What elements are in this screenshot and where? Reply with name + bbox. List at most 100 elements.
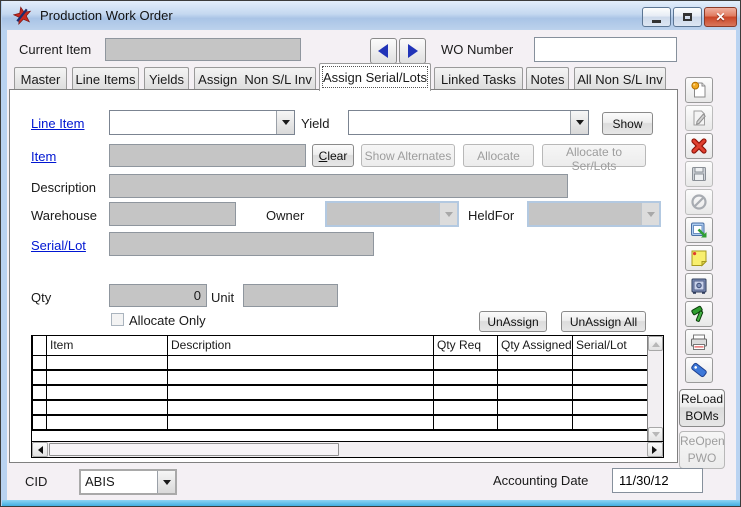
grid-row-selector[interactable] [33, 400, 47, 415]
new-document-icon [689, 80, 709, 100]
edit-record-button [685, 105, 713, 131]
next-record-button[interactable] [399, 38, 426, 64]
grid-cell[interactable] [168, 415, 434, 430]
grid-cell[interactable] [47, 415, 168, 430]
grid-cell[interactable] [168, 385, 434, 400]
serial-lot-link[interactable]: Serial/Lot [31, 238, 86, 253]
grid-row-selector-header[interactable] [33, 336, 47, 355]
grid-cell[interactable] [573, 415, 649, 430]
tab-assign-non-sl-inv[interactable]: Assign Non S/L Inv [194, 67, 316, 90]
previous-record-button[interactable] [370, 38, 397, 64]
scroll-down-button[interactable] [648, 427, 663, 442]
line-item-combo[interactable] [109, 110, 295, 135]
print-button[interactable] [685, 329, 713, 355]
grid-cell[interactable] [168, 355, 434, 370]
arrow-right-icon [408, 44, 425, 58]
cid-combo[interactable]: ABIS [79, 469, 177, 495]
grid-cell[interactable] [498, 355, 573, 370]
item-link[interactable]: Item [31, 149, 56, 164]
new-record-button[interactable] [685, 77, 713, 103]
tab-linked-tasks[interactable]: Linked Tasks [434, 67, 523, 90]
app-star-icon[interactable] [13, 6, 32, 25]
grid-cell[interactable] [573, 385, 649, 400]
serial-lot-field [109, 232, 374, 256]
tab-notes[interactable]: Notes [526, 67, 569, 90]
tab-all-non-sl-inv[interactable]: All Non S/L Inv [574, 67, 666, 90]
grid-cell[interactable] [168, 400, 434, 415]
window-title: Production Work Order [40, 8, 173, 23]
grid-column-header[interactable]: Qty Req [434, 336, 498, 355]
grid-column-header[interactable]: Qty Assigned [498, 336, 573, 355]
close-icon: ✕ [715, 11, 725, 23]
grid-row-selector[interactable] [33, 415, 47, 430]
export-button[interactable] [685, 217, 713, 243]
grid-cell[interactable] [573, 400, 649, 415]
yield-combo[interactable] [348, 110, 589, 135]
close-button[interactable]: ✕ [704, 7, 737, 27]
printer-icon [689, 332, 709, 352]
notes-button[interactable] [685, 245, 713, 271]
scroll-left-button[interactable] [32, 442, 48, 457]
unassign-button[interactable]: UnAssign [479, 311, 547, 332]
grid-cell[interactable] [47, 400, 168, 415]
grid-cell[interactable] [47, 355, 168, 370]
tag-button[interactable] [685, 357, 713, 383]
reload-boms-button[interactable]: ReLoad BOMs [679, 389, 725, 427]
grid-cell[interactable] [498, 400, 573, 415]
scroll-up-button[interactable] [648, 336, 663, 351]
allocate-only-checkbox[interactable] [111, 313, 124, 326]
grid-row-selector[interactable] [33, 385, 47, 400]
grid-cell[interactable] [498, 385, 573, 400]
minimize-button[interactable] [642, 7, 671, 27]
grid-cell[interactable] [47, 370, 168, 385]
wo-number-input[interactable] [534, 37, 677, 62]
line-item-combo-dropdown-button[interactable] [276, 111, 294, 134]
maximize-button[interactable] [673, 7, 702, 27]
grid-cell[interactable] [168, 370, 434, 385]
grid-cell[interactable] [434, 355, 498, 370]
cid-combo-dropdown-button[interactable] [157, 471, 175, 493]
grid-row [33, 355, 649, 370]
grid-horizontal-scrollbar[interactable] [32, 441, 663, 457]
titlebar[interactable]: Production Work Order ✕ [2, 1, 741, 30]
safe-button[interactable] [685, 273, 713, 299]
grid-cell[interactable] [573, 355, 649, 370]
grid-cell[interactable] [498, 415, 573, 430]
grid-column-header[interactable]: Description [168, 336, 434, 355]
grid-vertical-scrollbar[interactable] [647, 336, 663, 442]
grid-row-selector[interactable] [33, 370, 47, 385]
grid-cell[interactable] [434, 370, 498, 385]
clear-button[interactable]: Clear [312, 144, 354, 167]
delete-record-button[interactable] [685, 133, 713, 159]
grid-row-selector[interactable] [33, 355, 47, 370]
line-item-link[interactable]: Line Item [31, 116, 84, 131]
yield-combo-dropdown-button[interactable] [570, 111, 588, 134]
grid-cell[interactable] [434, 415, 498, 430]
tab-line-items[interactable]: Line Items [72, 67, 139, 90]
chevron-down-icon [163, 480, 171, 489]
heldfor-label: HeldFor [468, 208, 514, 223]
grid-cell[interactable] [434, 400, 498, 415]
description-field [109, 174, 568, 198]
grid-cell[interactable] [573, 370, 649, 385]
cid-label: CID [25, 474, 47, 489]
unit-field [243, 284, 338, 307]
grid-cell[interactable] [434, 385, 498, 400]
grid-column-header[interactable]: Serial/Lot [573, 336, 649, 355]
unassign-all-button[interactable]: UnAssign All [561, 311, 646, 332]
grid-column-header[interactable]: Item [47, 336, 168, 355]
accounting-date-input[interactable] [612, 468, 703, 493]
horizontal-scroll-thumb[interactable] [49, 443, 339, 456]
tab-yields[interactable]: Yields [144, 67, 189, 90]
show-button[interactable]: Show [602, 112, 653, 135]
tab-assign-serial-lots[interactable]: Assign Serial/Lots [319, 63, 431, 91]
chevron-down-icon [282, 120, 290, 129]
tab-master[interactable]: Master [14, 67, 67, 90]
scroll-right-button[interactable] [647, 442, 663, 457]
tools-button[interactable] [685, 301, 713, 327]
production-work-order-window: Production Work Order ✕ Current Item WO … [0, 0, 741, 507]
yield-label: Yield [301, 116, 329, 131]
grid-cell[interactable] [498, 370, 573, 385]
grid-cell[interactable] [47, 385, 168, 400]
cancel-slash-icon [689, 192, 709, 212]
